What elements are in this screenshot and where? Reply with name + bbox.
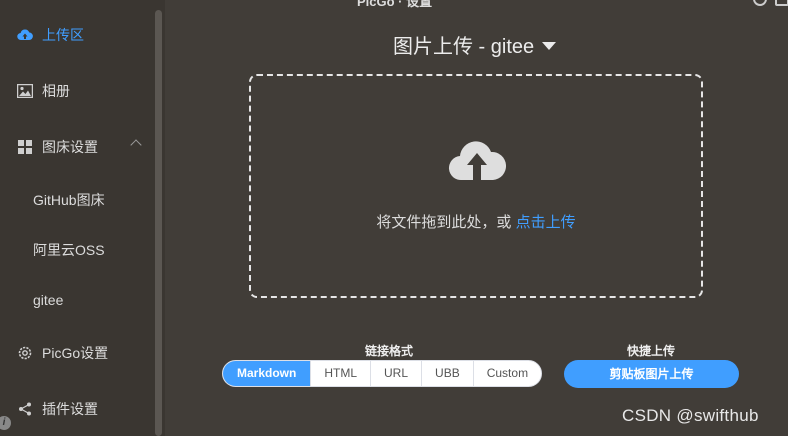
format-option-html[interactable]: HTML — [310, 361, 370, 386]
quick-upload-label: 快捷上传 — [627, 344, 676, 358]
upload-cloud-icon — [448, 136, 507, 187]
sidebar-item-picgo-settings[interactable]: PicGo设置 — [0, 338, 108, 368]
upload-dropzone[interactable]: 将文件拖到此处，或 点击上传 — [249, 74, 703, 298]
format-option-custom[interactable]: Custom — [472, 361, 541, 386]
sidebar-scrollbar[interactable] — [155, 10, 162, 436]
gear-icon — [17, 345, 33, 361]
sidebar-subitem-aliyun[interactable]: 阿里云OSS — [33, 240, 105, 260]
clipboard-upload-button[interactable]: 剪贴板图片上传 — [564, 360, 739, 388]
sidebar-item-plugin-settings[interactable]: 插件设置 — [0, 394, 98, 424]
format-option-markdown[interactable]: Markdown — [223, 361, 311, 386]
page-title-text: 图片上传 - gitee — [393, 36, 535, 58]
grid-icon — [17, 139, 33, 155]
sidebar-item-label: 图床设置 — [42, 139, 98, 155]
link-format-selector: Markdown HTML URL UBB Custom — [222, 360, 543, 387]
sidebar-subitem-github[interactable]: GitHub图床 — [33, 190, 105, 210]
image-icon — [17, 83, 33, 99]
sidebar-item-label: 相册 — [42, 83, 70, 99]
sidebar-subitem-gitee[interactable]: gitee — [33, 290, 63, 310]
page-title[interactable]: 图片上传 - gitee — [393, 30, 557, 59]
window-control-icon[interactable] — [753, 0, 767, 6]
window-title-fragment: PicGo · 设置 — [357, 0, 433, 9]
sidebar-item-album[interactable]: 相册 — [0, 76, 70, 106]
sidebar-item-upload[interactable]: 上传区 — [0, 20, 84, 50]
sidebar-item-label: 插件设置 — [42, 401, 98, 417]
sidebar-item-picbed-settings[interactable]: 图床设置 — [0, 132, 98, 162]
click-upload-link[interactable]: 点击上传 — [516, 214, 576, 231]
share-icon — [17, 401, 33, 417]
watermark: CSDN @swifthub — [622, 406, 759, 425]
format-option-url[interactable]: URL — [370, 361, 421, 386]
caret-down-icon — [542, 41, 557, 50]
sidebar: 上传区 相册 图床设置 GitHub图床 阿里云OSS gitee PicGo设… — [0, 0, 165, 436]
sidebar-item-label: PicGo设置 — [42, 345, 109, 361]
link-format-label: 链接格式 — [365, 344, 414, 358]
upload-cloud-icon — [17, 27, 33, 43]
format-option-ubb[interactable]: UBB — [421, 361, 473, 386]
info-icon[interactable]: i — [0, 416, 11, 430]
sidebar-item-label: 上传区 — [42, 27, 84, 43]
dropzone-text: 将文件拖到此处，或 点击上传 — [376, 214, 576, 231]
window-control-icon[interactable] — [775, 0, 788, 6]
chevron-up-icon[interactable] — [130, 139, 142, 151]
